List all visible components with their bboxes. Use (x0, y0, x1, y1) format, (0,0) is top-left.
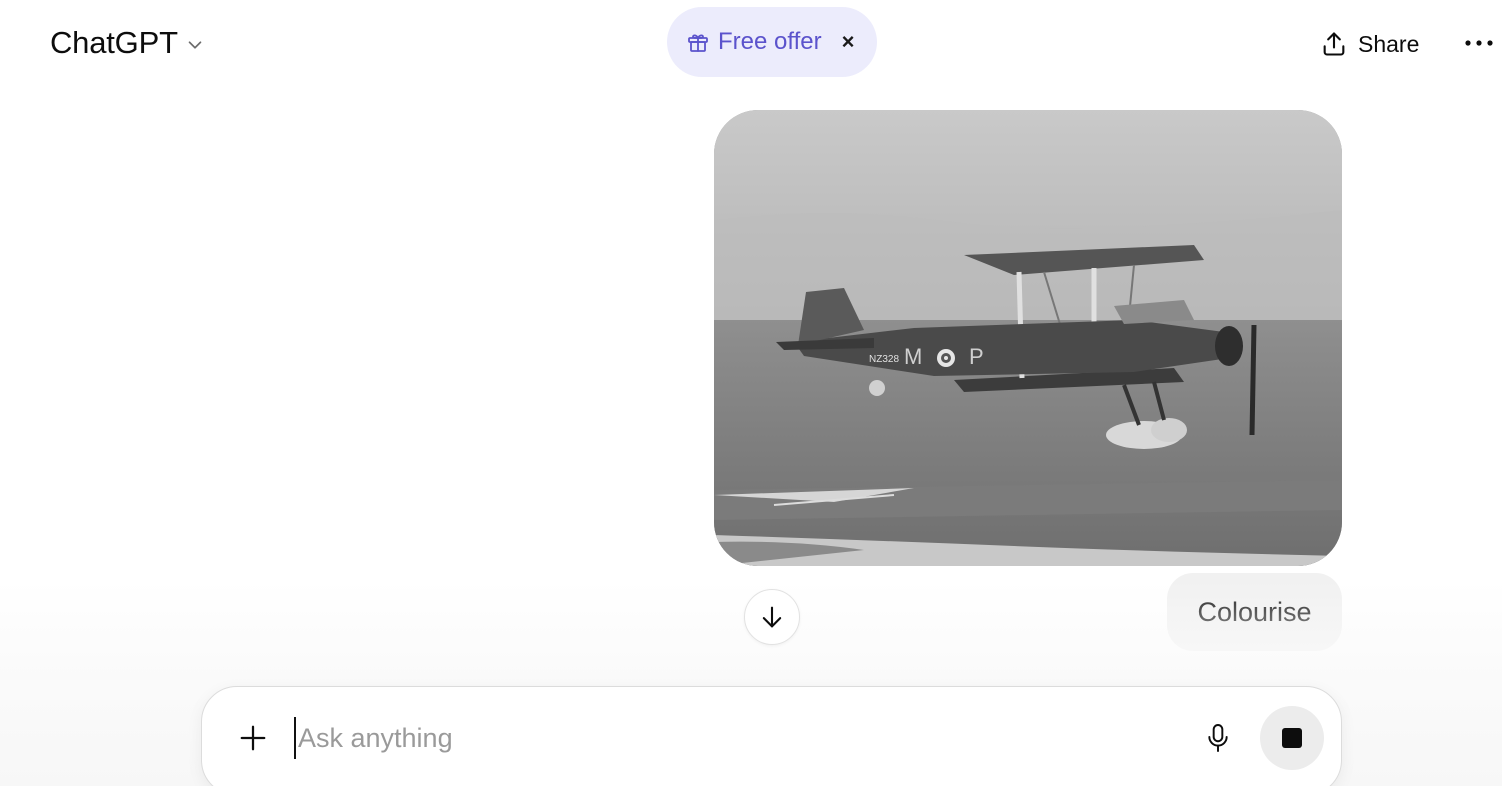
top-bar: ChatGPT Free offer × Share (0, 0, 1502, 88)
chat-page: ChatGPT Free offer × Share M P NZ328 Col… (0, 0, 1502, 786)
gift-icon (688, 34, 708, 52)
aircraft-serial: NZ328 (869, 354, 899, 365)
stop-icon (1282, 728, 1302, 748)
prompt-composer (201, 686, 1342, 786)
close-offer-button[interactable]: × (842, 31, 855, 53)
share-icon (1323, 32, 1345, 56)
uploaded-image[interactable]: M P NZ328 (714, 110, 1342, 566)
biplane-photo: M P NZ328 (714, 110, 1342, 566)
fuselage-marking-m: M (904, 344, 922, 369)
free-offer-banner[interactable]: Free offer × (667, 7, 877, 77)
model-switcher[interactable]: ChatGPT (38, 18, 218, 68)
arrow-down-icon (762, 606, 782, 628)
free-offer-label: Free offer (718, 28, 822, 55)
prompt-input[interactable] (294, 717, 1174, 759)
voice-input-button[interactable] (1200, 717, 1236, 759)
chevron-down-icon (188, 41, 202, 49)
fuselage-marking-p: P (969, 344, 984, 369)
stop-generating-button[interactable] (1260, 706, 1324, 770)
add-attachment-button[interactable] (232, 717, 274, 759)
ellipsis-icon (1465, 40, 1493, 46)
model-name: ChatGPT (50, 25, 178, 60)
share-label: Share (1358, 30, 1420, 57)
share-button[interactable]: Share (1312, 20, 1427, 68)
more-options-button[interactable] (1456, 20, 1502, 66)
scroll-to-bottom-button[interactable] (744, 589, 800, 645)
user-message: Colourise (1167, 573, 1342, 651)
microphone-icon (1208, 724, 1228, 752)
plus-icon (240, 725, 266, 751)
